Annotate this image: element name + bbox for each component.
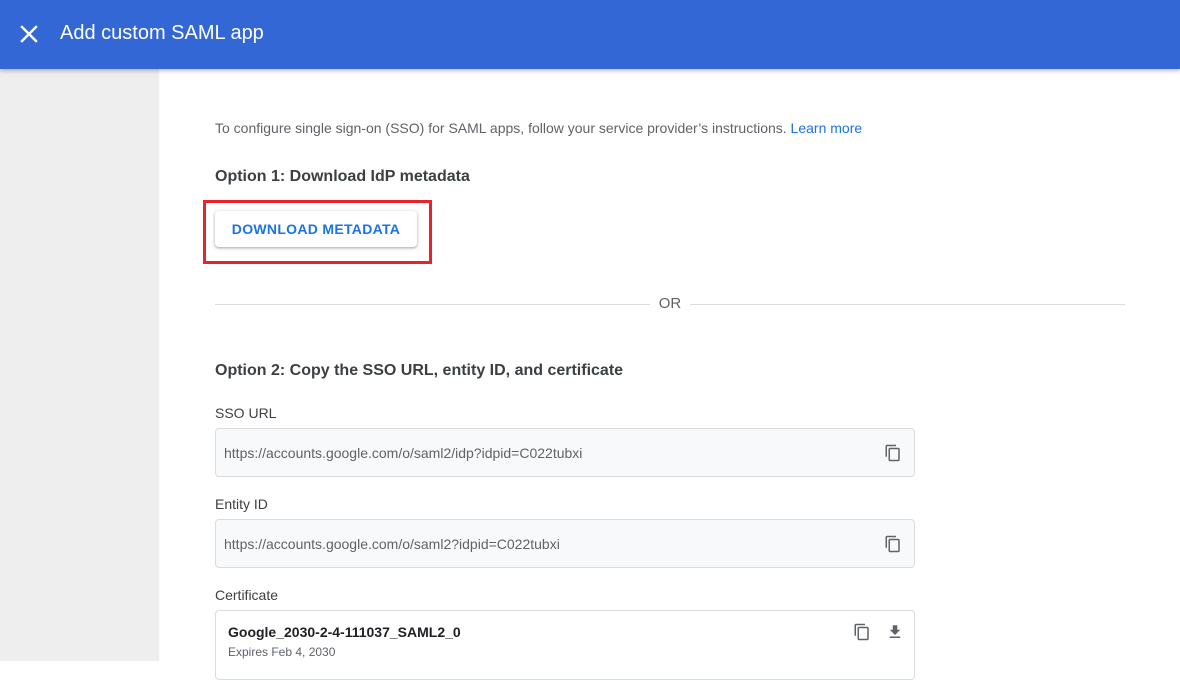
close-icon: [20, 25, 38, 43]
sso-url-field[interactable]: https://accounts.google.com/o/saml2/idp?…: [215, 428, 915, 477]
divider-left: [215, 304, 650, 305]
divider-right: [690, 304, 1125, 305]
entity-id-value: https://accounts.google.com/o/saml2?idpi…: [224, 536, 560, 552]
copy-icon[interactable]: [884, 444, 902, 462]
option2-title: Option 2: Copy the SSO URL, entity ID, a…: [215, 362, 624, 379]
certificate-name: Google_2030-2-4-111037_SAML2_0: [228, 624, 461, 640]
page-title: Add custom SAML app: [60, 22, 264, 44]
copy-icon[interactable]: [853, 623, 871, 641]
learn-more-link[interactable]: Learn more: [791, 120, 863, 136]
app-header: Add custom SAML app: [0, 0, 1180, 69]
entity-id-label: Entity ID: [215, 496, 268, 512]
intro-description: To configure single sign-on (SSO) for SA…: [215, 120, 787, 136]
download-icon[interactable]: [886, 623, 904, 641]
sso-url-value: https://accounts.google.com/o/saml2/idp?…: [224, 445, 583, 461]
certificate-label: Certificate: [215, 587, 279, 603]
or-divider-label: OR: [658, 295, 682, 312]
certificate-expiry: Expires Feb 4, 2030: [228, 645, 336, 659]
download-metadata-button[interactable]: DOWNLOAD METADATA: [215, 211, 417, 247]
sidebar: [0, 69, 157, 661]
main-content: To configure single sign-on (SSO) for SA…: [160, 69, 1180, 680]
copy-icon[interactable]: [884, 535, 902, 553]
option1-title: Option 1: Download IdP metadata: [215, 168, 470, 185]
sso-url-label: SSO URL: [215, 405, 277, 421]
close-button[interactable]: [14, 19, 44, 49]
entity-id-field[interactable]: https://accounts.google.com/o/saml2?idpi…: [215, 519, 915, 568]
intro-text: To configure single sign-on (SSO) for SA…: [215, 119, 862, 137]
certificate-card: Google_2030-2-4-111037_SAML2_0 Expires F…: [215, 610, 915, 680]
